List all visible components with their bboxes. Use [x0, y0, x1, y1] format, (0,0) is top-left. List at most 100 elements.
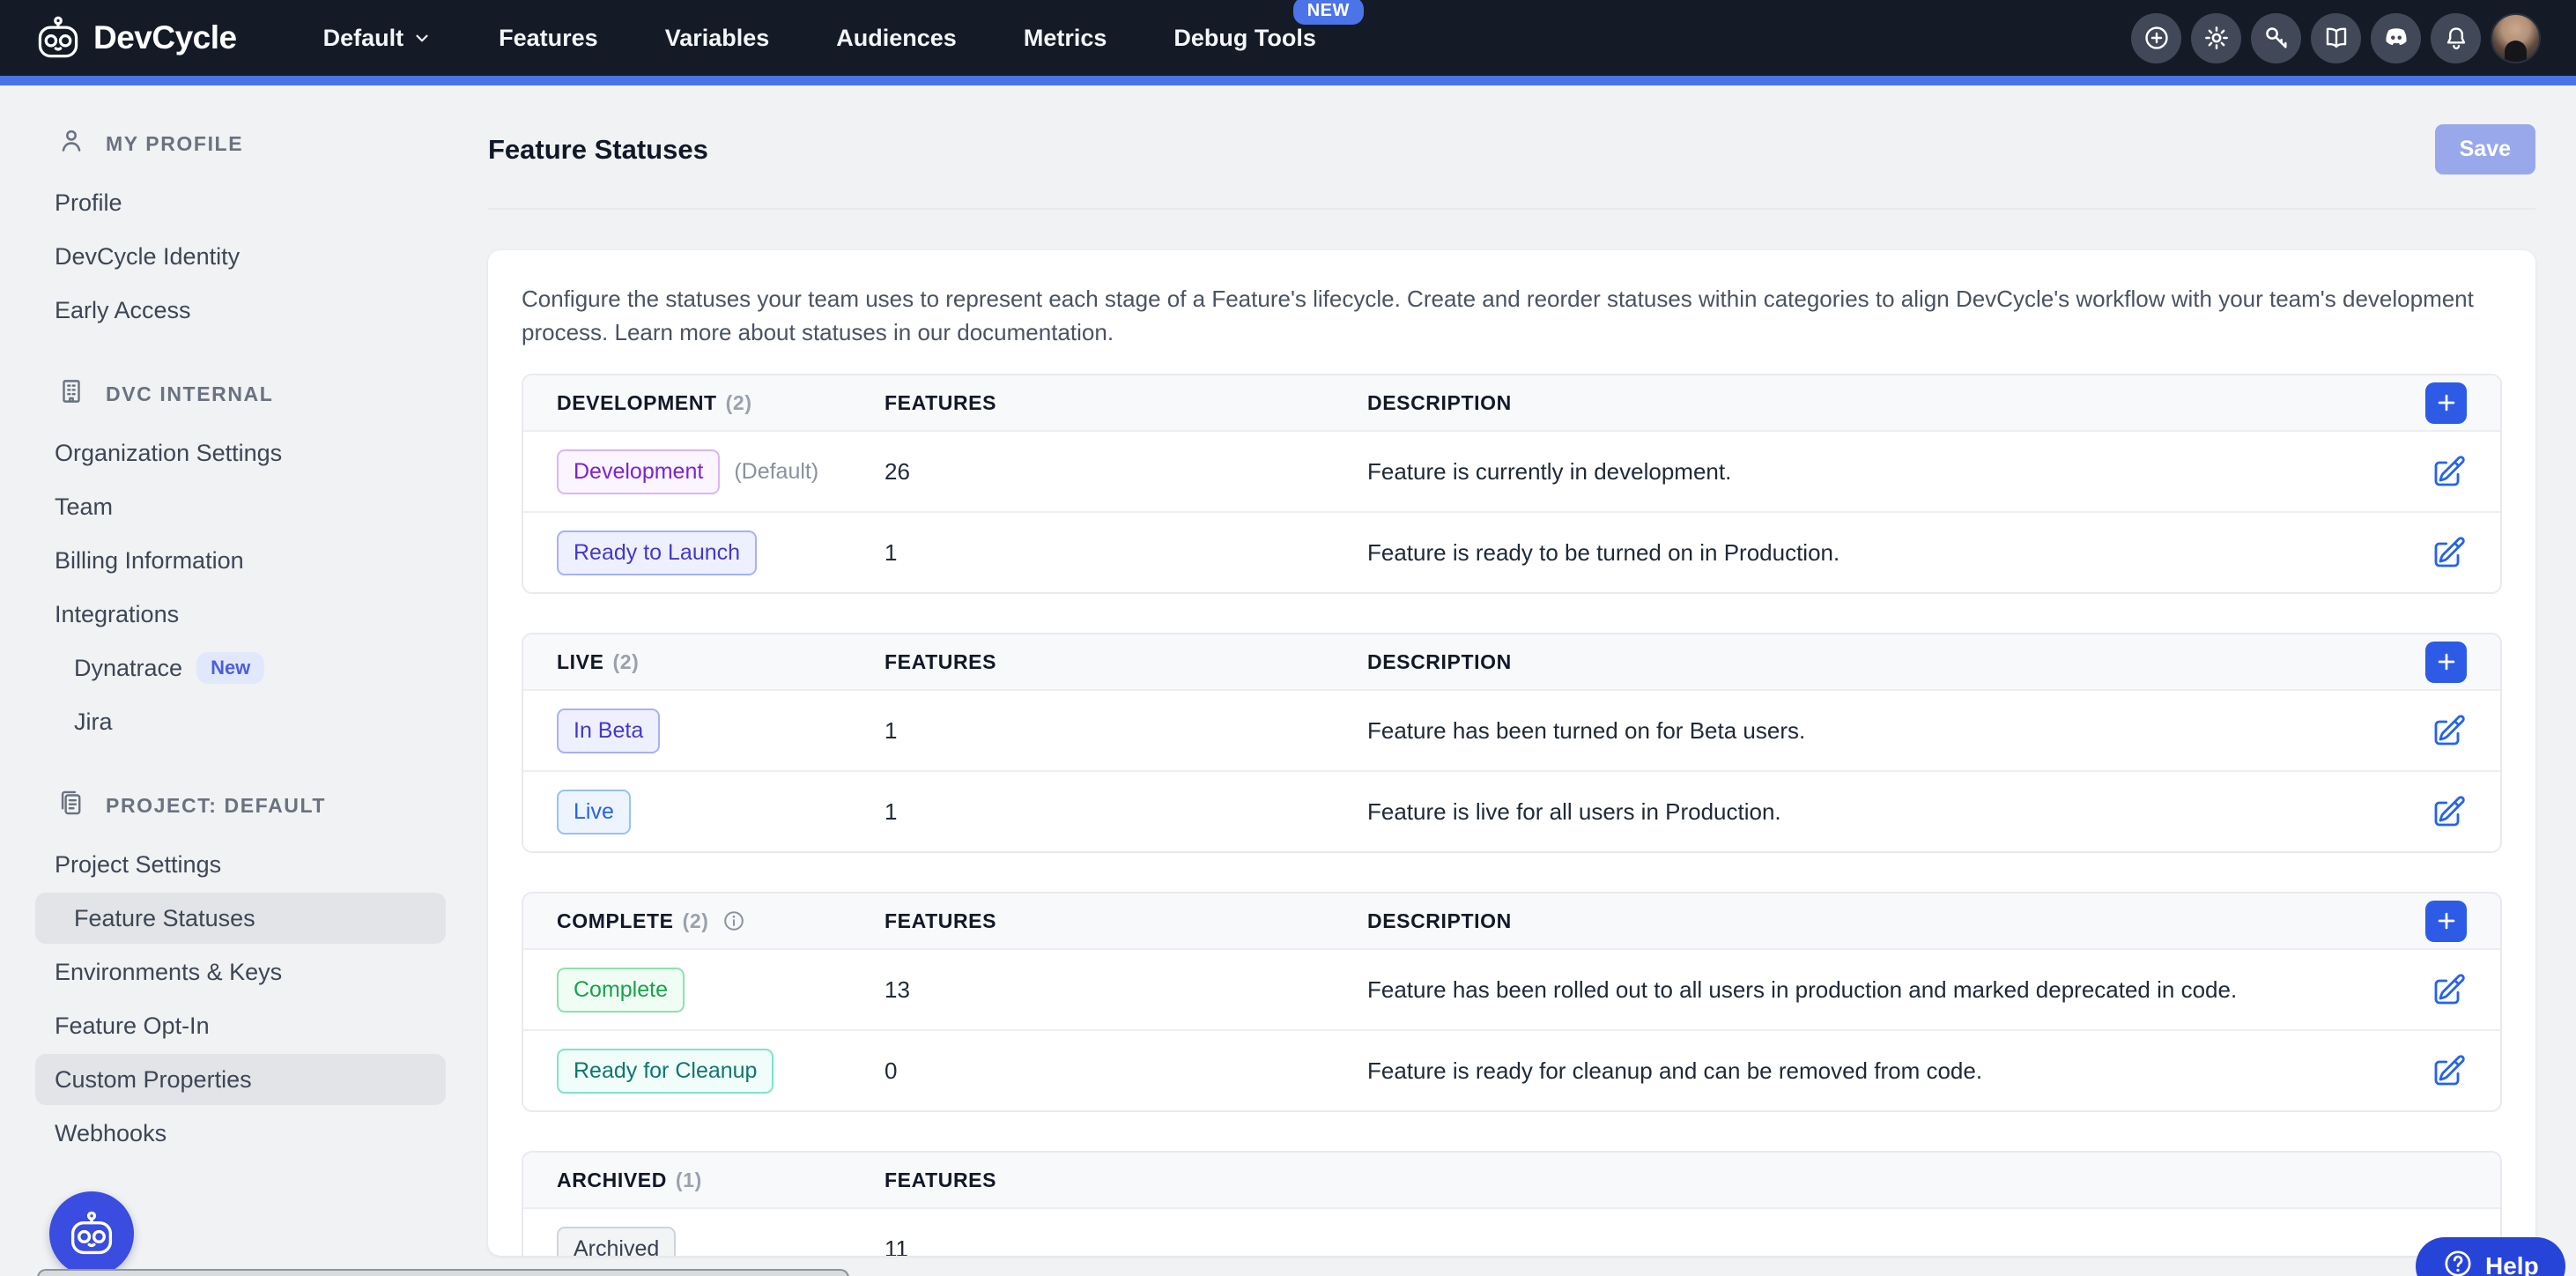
sidebar-section-title: DVC INTERNAL	[106, 382, 273, 406]
sidebar-item-integrations[interactable]: Integrations	[35, 589, 446, 640]
sidebar-item-billing-information[interactable]: Billing Information	[35, 535, 446, 586]
devcycle-assistant-fab[interactable]	[49, 1191, 134, 1276]
nav-item-debug-tools[interactable]: Debug ToolsNEW	[1140, 25, 1350, 52]
sidebar-item-jira[interactable]: Jira	[35, 696, 446, 747]
features-count: 1	[885, 717, 1367, 745]
edit-status-icon[interactable]	[2432, 713, 2467, 748]
devcycle-logo[interactable]: DevCycle	[35, 15, 237, 61]
status-row-live: Live1Feature is live for all users in Pr…	[523, 770, 2500, 851]
settings-gear-icon[interactable]	[2191, 13, 2241, 63]
sidebar-item-label: Feature Opt-In	[55, 1013, 210, 1040]
sidebar-item-label: Feature Statuses	[74, 905, 255, 932]
sidebar-item-label: Team	[55, 493, 113, 521]
edit-status-icon[interactable]	[2432, 535, 2467, 570]
status-table-archived: ARCHIVED (1)FEATURESArchived11	[522, 1151, 2502, 1256]
sidebar-item-early-access[interactable]: Early Access	[35, 285, 446, 336]
navbar-icon-group	[2131, 13, 2541, 63]
status-table-development: DEVELOPMENT (2)FEATURESDESCRIPTIONDevelo…	[522, 374, 2502, 594]
status-row-ready-for-cleanup: Ready for Cleanup 0Feature is ready for c…	[523, 1029, 2500, 1110]
bottom-cutoff-panel	[37, 1269, 849, 1276]
clipboard-icon	[56, 788, 86, 823]
nav-item-default[interactable]: Default	[290, 25, 466, 52]
sidebar-item-label: Custom Properties	[55, 1066, 252, 1094]
status-chip: Ready for Cleanup	[557, 1049, 774, 1094]
chevron-down-icon	[412, 28, 432, 48]
status-chip: Complete	[557, 968, 685, 1013]
info-icon[interactable]	[722, 909, 746, 933]
devcycle-app: DevCycle Default FeaturesVariablesAudienc…	[0, 0, 2576, 1276]
status-row-ready-to-launch: Ready to Launch1Feature is ready to be t…	[523, 511, 2500, 592]
table-header-row: ARCHIVED (1)FEATURES	[523, 1153, 2500, 1207]
accent-strip	[0, 76, 2576, 85]
sidebar-item-feature-statuses[interactable]: Feature Statuses	[35, 893, 446, 944]
add-status-button[interactable]	[2425, 642, 2467, 683]
nav-item-label: Debug Tools	[1173, 25, 1316, 52]
main-content: Feature Statuses Save Configure the stat…	[458, 85, 2576, 1276]
status-row-in-beta: In Beta1Feature has been turned on for B…	[523, 689, 2500, 770]
status-description: Feature is currently in development.	[1367, 458, 2352, 486]
help-button[interactable]: Help	[2416, 1237, 2565, 1276]
category-count: (1)	[676, 1168, 702, 1192]
status-table-complete: COMPLETE (2)FEATURESDESCRIPTIONComplete1…	[522, 892, 2502, 1112]
table-header-row: DEVELOPMENT (2)FEATURESDESCRIPTION	[523, 375, 2500, 430]
edit-status-icon[interactable]	[2432, 794, 2467, 829]
features-count: 0	[885, 1057, 1367, 1085]
feature-statuses-card: Configure the statuses your team uses to…	[488, 250, 2535, 1256]
nav-item-label: Default	[323, 25, 404, 52]
category-count: (2)	[683, 909, 709, 933]
sidebar-item-project-settings[interactable]: Project Settings	[35, 839, 446, 890]
status-row-development: Development(Default)26Feature is current…	[523, 430, 2500, 511]
sidebar-item-profile[interactable]: Profile	[35, 177, 446, 228]
category-name: LIVE	[557, 650, 604, 674]
category-count: (2)	[613, 650, 640, 674]
devcycle-robot-icon	[35, 15, 81, 61]
status-description: Feature has been rolled out to all users…	[1367, 976, 2352, 1004]
sidebar-item-dynatrace[interactable]: DynatraceNew	[35, 642, 446, 694]
edit-status-icon[interactable]	[2432, 972, 2467, 1007]
sidebar-section-title: PROJECT: DEFAULT	[106, 794, 326, 818]
sidebar-item-webhooks[interactable]: Webhooks	[35, 1108, 446, 1159]
nav-item-features[interactable]: Features	[465, 25, 632, 52]
sidebar-item-team[interactable]: Team	[35, 481, 446, 532]
nav-item-variables[interactable]: Variables	[632, 25, 803, 52]
notifications-bell-icon[interactable]	[2431, 13, 2481, 63]
status-row-complete: Complete 13Feature has been rolled out to…	[523, 948, 2500, 1029]
api-key-icon[interactable]	[2251, 13, 2301, 63]
sidebar-item-environments-keys[interactable]: Environments & Keys	[35, 946, 446, 998]
nav-item-metrics[interactable]: Metrics	[990, 25, 1141, 52]
default-status-label: (Default)	[734, 459, 818, 485]
add-status-button[interactable]	[2425, 382, 2467, 424]
brand-name: DevCycle	[93, 19, 237, 56]
edit-status-icon[interactable]	[2432, 454, 2467, 489]
column-header-features: FEATURES	[885, 1168, 1367, 1192]
sidebar-item-feature-opt-in[interactable]: Feature Opt-In	[35, 1000, 446, 1051]
category-name: COMPLETE	[557, 909, 674, 933]
features-count: 13	[885, 976, 1367, 1004]
features-count: 1	[885, 798, 1367, 826]
add-circle-icon[interactable]	[2131, 13, 2181, 63]
category-count: (2)	[726, 391, 752, 415]
primary-nav: Default FeaturesVariablesAudiencesMetrics…	[290, 25, 1350, 52]
edit-status-icon[interactable]	[2432, 1053, 2467, 1088]
new-badge: New	[196, 652, 264, 684]
status-description: Feature is ready for cleanup and can be …	[1367, 1057, 2352, 1085]
nav-item-audiences[interactable]: Audiences	[803, 25, 990, 52]
sidebar-item-label: Project Settings	[55, 851, 221, 879]
new-badge: NEW	[1293, 0, 1364, 25]
docs-book-icon[interactable]	[2311, 13, 2361, 63]
discord-icon[interactable]	[2371, 13, 2421, 63]
status-row-archived: Archived11	[523, 1207, 2500, 1256]
column-header-features: FEATURES	[885, 909, 1367, 933]
status-chip: Archived	[557, 1227, 676, 1256]
sidebar-item-organization-settings[interactable]: Organization Settings	[35, 427, 446, 478]
user-avatar[interactable]	[2491, 13, 2541, 63]
add-status-button[interactable]	[2425, 901, 2467, 942]
save-button[interactable]: Save	[2435, 124, 2535, 174]
sidebar-section: MY PROFILEProfileDevCycle IdentityEarly …	[35, 126, 446, 336]
column-header-features: FEATURES	[885, 650, 1367, 674]
sidebar-section: PROJECT: DEFAULT Project Settings Feature …	[35, 788, 446, 1159]
sidebar-item-devcycle-identity[interactable]: DevCycle Identity	[35, 231, 446, 282]
sidebar-section: DVC INTERNAL Organization Settings Team Bil…	[35, 376, 446, 747]
sidebar-item-custom-properties[interactable]: Custom Properties	[35, 1054, 446, 1105]
table-category-title: LIVE (2)	[557, 650, 885, 674]
